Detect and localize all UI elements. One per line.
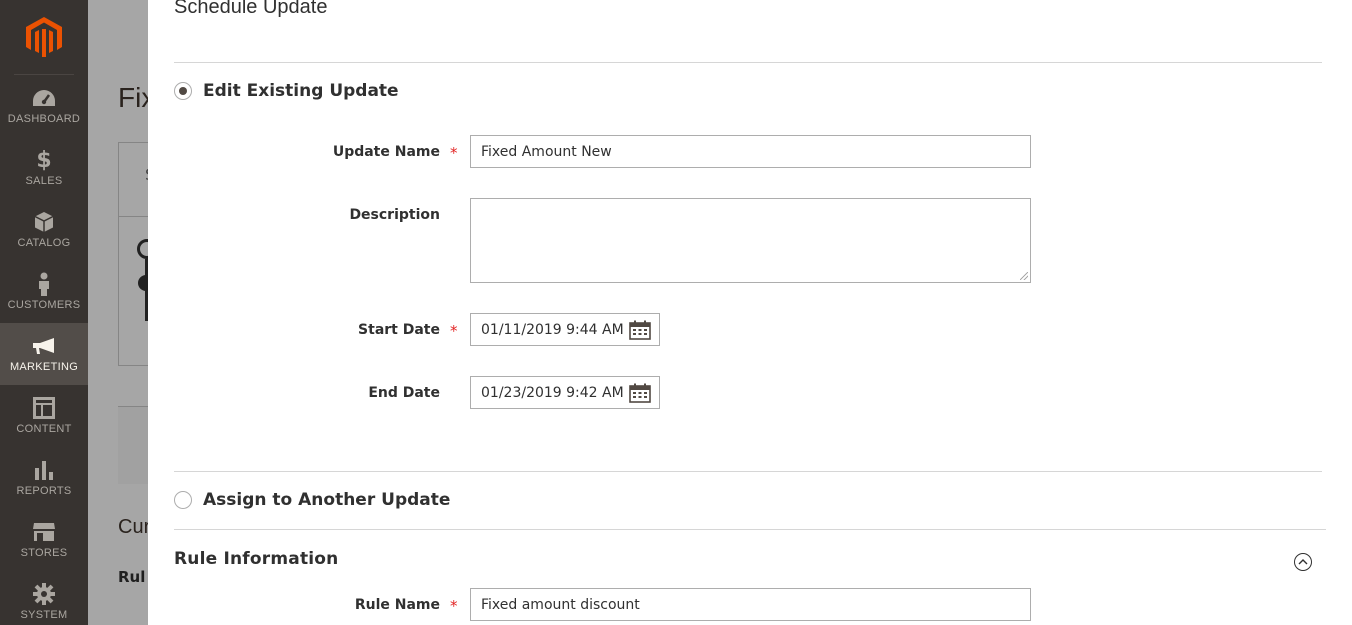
required-mark: * (450, 322, 458, 340)
nav-label: CUSTOMERS (7, 299, 81, 311)
calendar-icon[interactable] (629, 383, 651, 403)
store-icon (32, 521, 56, 543)
edit-existing-update-option[interactable]: Edit Existing Update (174, 81, 399, 101)
nav-label: DASHBOARD (7, 113, 81, 125)
collapse-toggle-icon[interactable] (1294, 553, 1312, 571)
description-label: Description (349, 207, 440, 223)
modal-overlay[interactable] (88, 0, 148, 625)
magento-logo-icon (26, 17, 62, 57)
nav-label: CATALOG (17, 237, 71, 249)
resize-handle-icon[interactable] (1020, 272, 1028, 280)
edit-existing-label: Edit Existing Update (203, 81, 399, 101)
nav-label: REPORTS (16, 485, 72, 497)
rule-name-input[interactable]: Fixed amount discount (470, 588, 1031, 621)
nav-catalog[interactable]: CATALOG (0, 199, 88, 261)
end-date-input[interactable]: 01/23/2019 9:42 AM (470, 376, 660, 409)
nav-dashboard[interactable]: DASHBOARD (0, 75, 88, 137)
nav-label: SYSTEM (20, 609, 68, 621)
nav-marketing[interactable]: MARKETING (0, 323, 88, 385)
modal-title: Schedule Update (174, 0, 328, 18)
divider (174, 529, 1326, 530)
description-textarea[interactable] (470, 198, 1031, 283)
dashboard-icon (32, 87, 56, 109)
edit-existing-radio[interactable] (174, 82, 192, 100)
nav-system[interactable]: SYSTEM (0, 571, 88, 625)
calendar-icon[interactable] (629, 320, 651, 340)
end-date-label: End Date (368, 385, 440, 401)
dollar-icon: $ (36, 147, 52, 173)
rule-name-label: Rule Name (354, 597, 440, 613)
required-mark: * (450, 597, 458, 615)
nav-content[interactable]: CONTENT (0, 385, 88, 447)
assign-another-label: Assign to Another Update (203, 490, 451, 510)
start-date-value: 01/11/2019 9:44 AM (481, 321, 624, 338)
nav-stores[interactable]: STORES (0, 509, 88, 571)
nav-customers[interactable]: CUSTOMERS (0, 261, 88, 323)
divider (174, 62, 1322, 63)
rule-information-title[interactable]: Rule Information (174, 549, 338, 569)
assign-another-radio[interactable] (174, 491, 192, 509)
assign-another-update-option[interactable]: Assign to Another Update (174, 490, 450, 510)
nav-label: MARKETING (9, 361, 79, 373)
nav-label: STORES (20, 547, 68, 559)
bar-chart-icon (34, 459, 54, 481)
divider (174, 471, 1322, 472)
layout-icon (33, 397, 55, 419)
schedule-update-modal: Schedule Update Edit Existing Update Upd… (148, 0, 1352, 625)
start-date-input[interactable]: 01/11/2019 9:44 AM (470, 313, 660, 346)
end-date-value: 01/23/2019 9:42 AM (481, 384, 624, 401)
box-icon (34, 211, 54, 233)
nav-sales[interactable]: $ SALES (0, 137, 88, 199)
update-name-input[interactable]: Fixed Amount New (470, 135, 1031, 168)
gear-icon (33, 583, 55, 605)
admin-sidebar: DASHBOARD $ SALES CATALOG CUSTOMERS MARK… (0, 0, 88, 625)
required-mark: * (450, 144, 458, 162)
person-icon (37, 272, 51, 296)
nav-label: SALES (25, 175, 63, 187)
magento-logo[interactable] (14, 0, 74, 75)
nav-reports[interactable]: REPORTS (0, 447, 88, 509)
megaphone-icon (32, 335, 56, 357)
nav-label: CONTENT (16, 423, 72, 435)
update-name-label: Update Name (332, 144, 440, 160)
start-date-label: Start Date (358, 322, 440, 338)
